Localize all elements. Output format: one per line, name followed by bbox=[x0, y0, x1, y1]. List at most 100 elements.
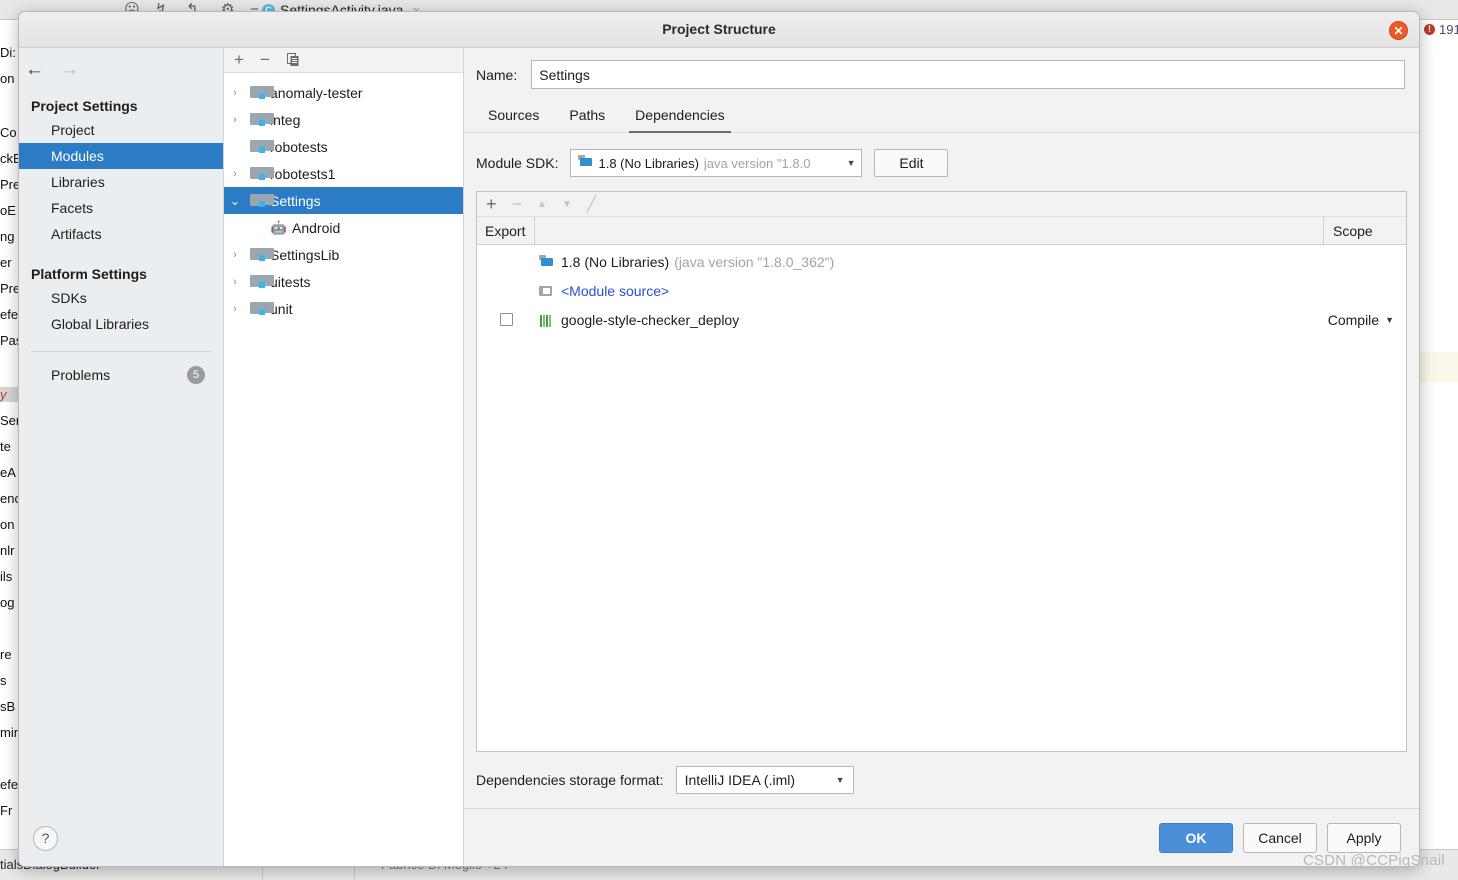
storage-format-label: Dependencies storage format: bbox=[476, 772, 664, 788]
bg-text-fragment: s bbox=[0, 673, 7, 688]
edit-dependency-button: ╱ bbox=[586, 196, 596, 213]
apply-button[interactable]: Apply bbox=[1327, 822, 1401, 853]
column-header-export: Export bbox=[477, 216, 535, 245]
export-checkbox[interactable] bbox=[499, 313, 513, 326]
ok-button[interactable]: OK bbox=[1159, 822, 1233, 853]
chevron-right-icon[interactable]: › bbox=[224, 249, 246, 261]
move-down-button: ▼ bbox=[561, 198, 572, 210]
sidebar-divider bbox=[31, 351, 211, 352]
bg-text-fragment: efe bbox=[0, 307, 19, 322]
tree-row[interactable]: robotests bbox=[224, 133, 463, 160]
chevron-right-icon[interactable]: › bbox=[224, 276, 246, 288]
table-row[interactable]: 1.8 (No Libraries) (java version "1.8.0_… bbox=[477, 247, 1406, 276]
error-count-indicator[interactable]: ! 191 bbox=[1424, 22, 1458, 37]
chevron-down-icon[interactable]: ▼ bbox=[1385, 315, 1394, 325]
dependencies-table-header: Export Scope bbox=[477, 216, 1406, 245]
tree-row-settings[interactable]: ⌄ Settings bbox=[224, 187, 463, 214]
bg-text-fragment: re bbox=[0, 647, 12, 662]
scope-dropdown[interactable]: Compile ▼ bbox=[1328, 312, 1406, 328]
sidebar-item-modules[interactable]: Modules bbox=[19, 143, 223, 169]
sdk-icon bbox=[578, 155, 593, 171]
library-jar-icon bbox=[535, 314, 557, 327]
android-facet-icon: 🤖 bbox=[270, 220, 288, 235]
module-tabs: Sources Paths Dependencies bbox=[464, 89, 1419, 133]
add-module-button[interactable]: + bbox=[234, 50, 244, 70]
close-icon[interactable]: ✕ bbox=[1389, 21, 1408, 40]
bg-text-fragment: og bbox=[0, 595, 15, 610]
back-arrow-icon[interactable]: ← bbox=[25, 60, 44, 79]
tree-row-label: uitests bbox=[270, 273, 311, 290]
tree-row-label: robotests1 bbox=[270, 165, 336, 182]
chevron-down-icon[interactable]: ▼ bbox=[836, 775, 845, 785]
dependency-name: google-style-checker_deploy bbox=[561, 311, 740, 328]
storage-format-dropdown[interactable]: IntelliJ IDEA (.iml) ▼ bbox=[675, 766, 854, 794]
bg-text-fragment: te bbox=[0, 439, 11, 454]
edit-sdk-button[interactable]: Edit bbox=[874, 149, 949, 177]
module-name-input[interactable] bbox=[531, 60, 1405, 89]
module-name-row: Name: bbox=[464, 48, 1419, 89]
sidebar-item-facets[interactable]: Facets bbox=[19, 195, 223, 221]
error-icon: ! bbox=[1424, 24, 1435, 35]
table-row[interactable]: <Module source> bbox=[477, 276, 1406, 305]
tree-row-label: robotests bbox=[270, 138, 328, 155]
tree-row[interactable]: › unit bbox=[224, 295, 463, 322]
storage-format-row: Dependencies storage format: IntelliJ ID… bbox=[464, 752, 1419, 808]
add-dependency-button[interactable]: + bbox=[486, 194, 497, 215]
tree-row[interactable]: › SettingsLib bbox=[224, 241, 463, 268]
help-button[interactable]: ? bbox=[33, 826, 58, 851]
sidebar-item-global-libraries[interactable]: Global Libraries bbox=[19, 311, 223, 337]
status-badge: 5 bbox=[187, 366, 205, 384]
sidebar-item-libraries[interactable]: Libraries bbox=[19, 169, 223, 195]
tab-paths[interactable]: Paths bbox=[557, 105, 617, 132]
module-sdk-row: Module SDK: 1.8 (No Libraries) java vers… bbox=[464, 133, 1419, 191]
tree-row-label: anomaly-tester bbox=[270, 84, 363, 101]
tab-sources[interactable]: Sources bbox=[476, 105, 551, 132]
sidebar-item-project[interactable]: Project bbox=[19, 117, 223, 143]
bg-text-fragment: on bbox=[0, 517, 15, 532]
module-sdk-value: 1.8 (No Libraries) bbox=[598, 155, 699, 171]
tree-row[interactable]: › integ bbox=[224, 106, 463, 133]
bg-text-fragment: eA bbox=[0, 465, 16, 480]
folder-module-icon bbox=[246, 140, 274, 153]
module-sdk-dropdown[interactable]: 1.8 (No Libraries) java version "1.8.0 ▼ bbox=[570, 149, 863, 177]
ide-right-gutter bbox=[1422, 21, 1458, 831]
inspection-highlight-strip bbox=[1420, 352, 1458, 382]
scope-value: Compile bbox=[1327, 311, 1380, 328]
tree-row-android-facet[interactable]: 🤖 Android bbox=[224, 214, 463, 241]
tree-row[interactable]: › uitests bbox=[224, 268, 463, 295]
chevron-right-icon[interactable]: › bbox=[224, 303, 246, 315]
bg-text-fragment: Di: bbox=[0, 45, 16, 60]
remove-module-button[interactable]: − bbox=[260, 50, 270, 70]
storage-format-value: IntelliJ IDEA (.iml) bbox=[684, 772, 796, 788]
tree-row-label: Settings bbox=[270, 192, 321, 209]
folder-module-icon bbox=[246, 167, 274, 180]
dialog-footer: OK Cancel Apply bbox=[464, 808, 1419, 866]
folder-module-icon bbox=[246, 248, 274, 261]
module-name-label: Name: bbox=[476, 66, 518, 83]
modules-tree-pane: + − › anomaly-tester › integ robotests ›… bbox=[224, 48, 464, 866]
chevron-right-icon[interactable]: › bbox=[224, 168, 246, 180]
dependencies-toolbar: + − ▲ ▼ ╱ bbox=[477, 192, 1406, 217]
table-row[interactable]: google-style-checker_deploy Compile ▼ bbox=[477, 305, 1406, 334]
column-header-scope: Scope bbox=[1333, 222, 1373, 239]
tree-row[interactable]: › anomaly-tester bbox=[224, 79, 463, 106]
error-count-label: 191 bbox=[1439, 22, 1458, 37]
chevron-right-icon[interactable]: › bbox=[224, 114, 246, 126]
folder-module-icon bbox=[246, 113, 274, 126]
sidebar-item-problems[interactable]: Problems 5 bbox=[19, 362, 223, 388]
dialog-body: ← → Project Settings Project Modules Lib… bbox=[19, 48, 1419, 866]
sidebar-item-sdks[interactable]: SDKs bbox=[19, 285, 223, 311]
module-sdk-label: Module SDK: bbox=[476, 155, 559, 171]
cancel-button[interactable]: Cancel bbox=[1243, 822, 1317, 853]
chevron-right-icon[interactable]: › bbox=[224, 87, 246, 99]
sidebar-item-artifacts[interactable]: Artifacts bbox=[19, 221, 223, 247]
tab-dependencies[interactable]: Dependencies bbox=[623, 105, 737, 133]
folder-module-icon bbox=[246, 275, 274, 288]
bg-text-fragment: Fr bbox=[0, 803, 13, 818]
chevron-down-icon[interactable]: ⌄ bbox=[224, 193, 246, 209]
tree-row[interactable]: › robotests1 bbox=[224, 160, 463, 187]
bg-text-fragment: er bbox=[0, 255, 12, 270]
chevron-down-icon[interactable]: ▼ bbox=[847, 158, 856, 168]
copy-module-button[interactable] bbox=[286, 53, 300, 67]
nav-history-controls: ← → bbox=[19, 48, 223, 79]
